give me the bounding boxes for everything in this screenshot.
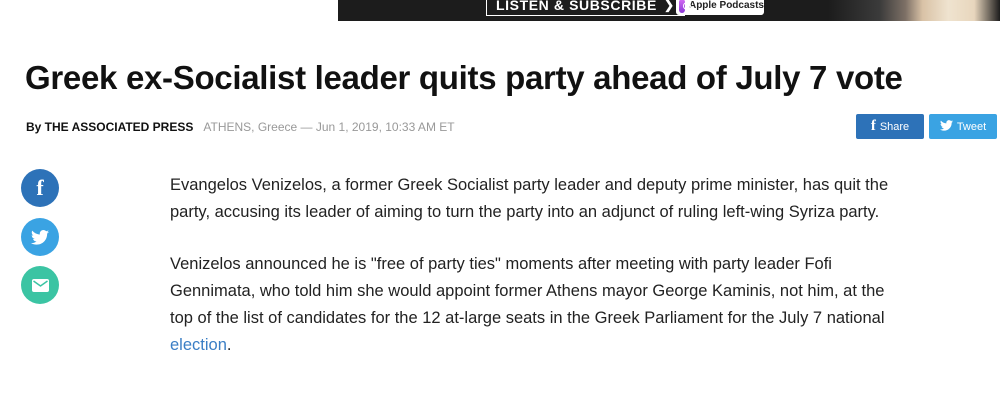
facebook-share-button[interactable]: f Share — [856, 114, 924, 139]
twitter-circle-button[interactable] — [21, 218, 59, 256]
facebook-circle-button[interactable]: f — [21, 169, 59, 207]
facebook-icon: f — [870, 118, 876, 134]
banner-photo — [828, 0, 1000, 21]
byline-dateline: ATHENS, Greece — Jun 1, 2019, 10:33 AM E… — [203, 120, 455, 134]
byline-author: By THE ASSOCIATED PRESS — [26, 120, 194, 134]
chevron-right-icon: ❯ — [663, 0, 675, 12]
facebook-icon: f — [36, 175, 44, 200]
apple-podcasts-label: Apple Podcasts — [688, 0, 764, 11]
email-circle-button[interactable] — [21, 266, 59, 304]
election-link[interactable]: election — [170, 336, 227, 354]
article-paragraph: Evangelos Venizelos, a former Greek Soci… — [170, 176, 889, 221]
facebook-share-label: Share — [879, 120, 910, 133]
apple-podcasts-badge[interactable]: Apple Podcasts — [676, 0, 764, 15]
article-body: Evangelos Venizelos, a former Greek Soci… — [170, 172, 900, 384]
listen-subscribe-button[interactable]: LISTEN & SUBSCRIBE ❯ — [486, 0, 685, 16]
listen-subscribe-label: LISTEN & SUBSCRIBE — [496, 0, 657, 13]
podcast-icon — [679, 0, 691, 13]
article-headline: Greek ex-Socialist leader quits party ah… — [25, 59, 903, 96]
top-banner-ad[interactable]: LISTEN & SUBSCRIBE ❯ Apple Podcasts — [338, 0, 1000, 21]
email-icon — [31, 278, 49, 292]
twitter-icon — [31, 229, 49, 245]
twitter-share-button[interactable]: Tweet — [929, 114, 997, 139]
paragraph-text: Venizelos announced he is "free of party… — [170, 255, 885, 327]
twitter-share-label: Tweet — [956, 120, 987, 133]
twitter-icon — [939, 119, 953, 134]
byline: By THE ASSOCIATED PRESS ATHENS, Greece —… — [26, 120, 455, 134]
article-paragraph: Venizelos announced he is "free of party… — [170, 251, 900, 359]
paragraph-end: . — [226, 336, 232, 354]
